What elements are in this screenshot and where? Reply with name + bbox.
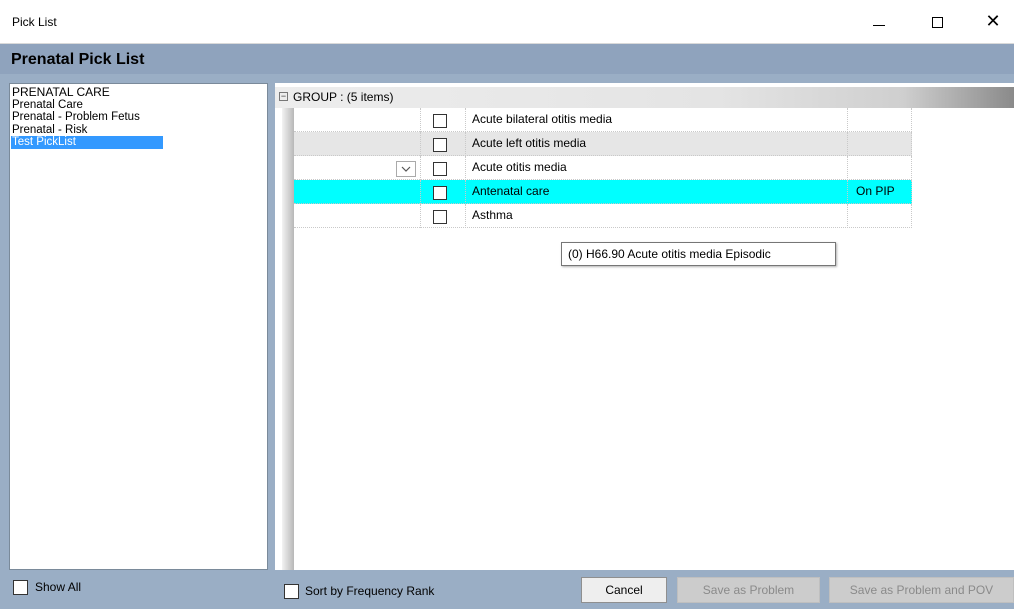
row-checkbox[interactable] [433,210,447,224]
close-button[interactable]: ✕ [970,0,1014,44]
row-checkbox[interactable] [433,114,447,128]
table-row[interactable]: Acute otitis media [294,156,912,180]
row-name: Asthma [472,208,513,222]
picklist-item-label: Prenatal - Problem Fetus [12,111,140,123]
picklist-item-label: PRENATAL CARE [12,85,110,99]
row-checkbox[interactable] [433,138,447,152]
header-bar: Prenatal Pick List [0,44,1014,74]
picklist-item-selected[interactable]: Test PickList [11,136,163,149]
row-tooltip: (0) H66.90 Acute otitis media Episodic [561,242,836,266]
save-as-problem-button[interactable]: Save as Problem [677,577,820,603]
window-title: Pick List [12,15,57,29]
close-icon: ✕ [985,11,1001,32]
collapse-icon[interactable]: − [279,92,288,101]
minimize-icon [873,24,885,26]
show-all-checkbox[interactable] [13,580,28,595]
sort-frequency-checkbox[interactable] [284,584,299,599]
group-label: GROUP : (5 items) [293,90,394,104]
row-name: Acute left otitis media [472,136,587,150]
table-row[interactable]: Acute bilateral otitis media [294,108,912,132]
cancel-button[interactable]: Cancel [581,577,667,603]
items-grid: − GROUP : (5 items) Acute bilateral otit… [275,83,1014,570]
picklist-item[interactable]: Prenatal - Risk [11,124,266,137]
sort-frequency-label: Sort by Frequency Rank [305,584,435,598]
row-checkbox[interactable] [433,186,447,200]
group-header[interactable]: − GROUP : (5 items) [275,87,1014,108]
picklist-item[interactable]: PRENATAL CARE [11,86,266,99]
minimize-button[interactable] [856,0,902,44]
row-name: Antenatal care [472,184,550,198]
footer-bar: Show All Sort by Frequency Rank Cancel S… [0,570,1014,609]
picklist-item[interactable]: Prenatal - Problem Fetus [11,111,266,124]
save-as-problem-and-pov-button[interactable]: Save as Problem and POV [829,577,1014,603]
maximize-icon [931,16,943,28]
picklist-item-label: Test PickList [12,136,76,148]
picklist-list[interactable]: PRENATAL CARE Prenatal Care Prenatal - P… [9,83,268,570]
maximize-button[interactable] [914,0,960,44]
table-row[interactable]: Asthma [294,204,912,228]
pick-list-window: Prenatal Pick List PRENATAL CARE Prenata… [0,44,1014,609]
row-header-column [282,108,294,570]
row-name: Acute bilateral otitis media [472,112,613,126]
picklist-item[interactable]: Prenatal Care [11,99,266,112]
picklist-item-label: Prenatal Care [12,98,83,111]
title-bar: Pick List ✕ [0,0,1014,44]
row-status: On PIP [856,184,895,198]
show-all-label: Show All [35,580,82,594]
row-name: Acute otitis media [472,160,567,174]
table-row-highlighted[interactable]: Antenatal care On PIP [294,180,912,204]
picklist-item-label: Prenatal - Risk [12,123,88,136]
page-title: Prenatal Pick List [11,51,145,68]
table-row[interactable]: Acute left otitis media [294,132,912,156]
row-dropdown[interactable] [396,161,416,177]
chevron-down-icon [401,166,411,172]
row-checkbox[interactable] [433,162,447,176]
